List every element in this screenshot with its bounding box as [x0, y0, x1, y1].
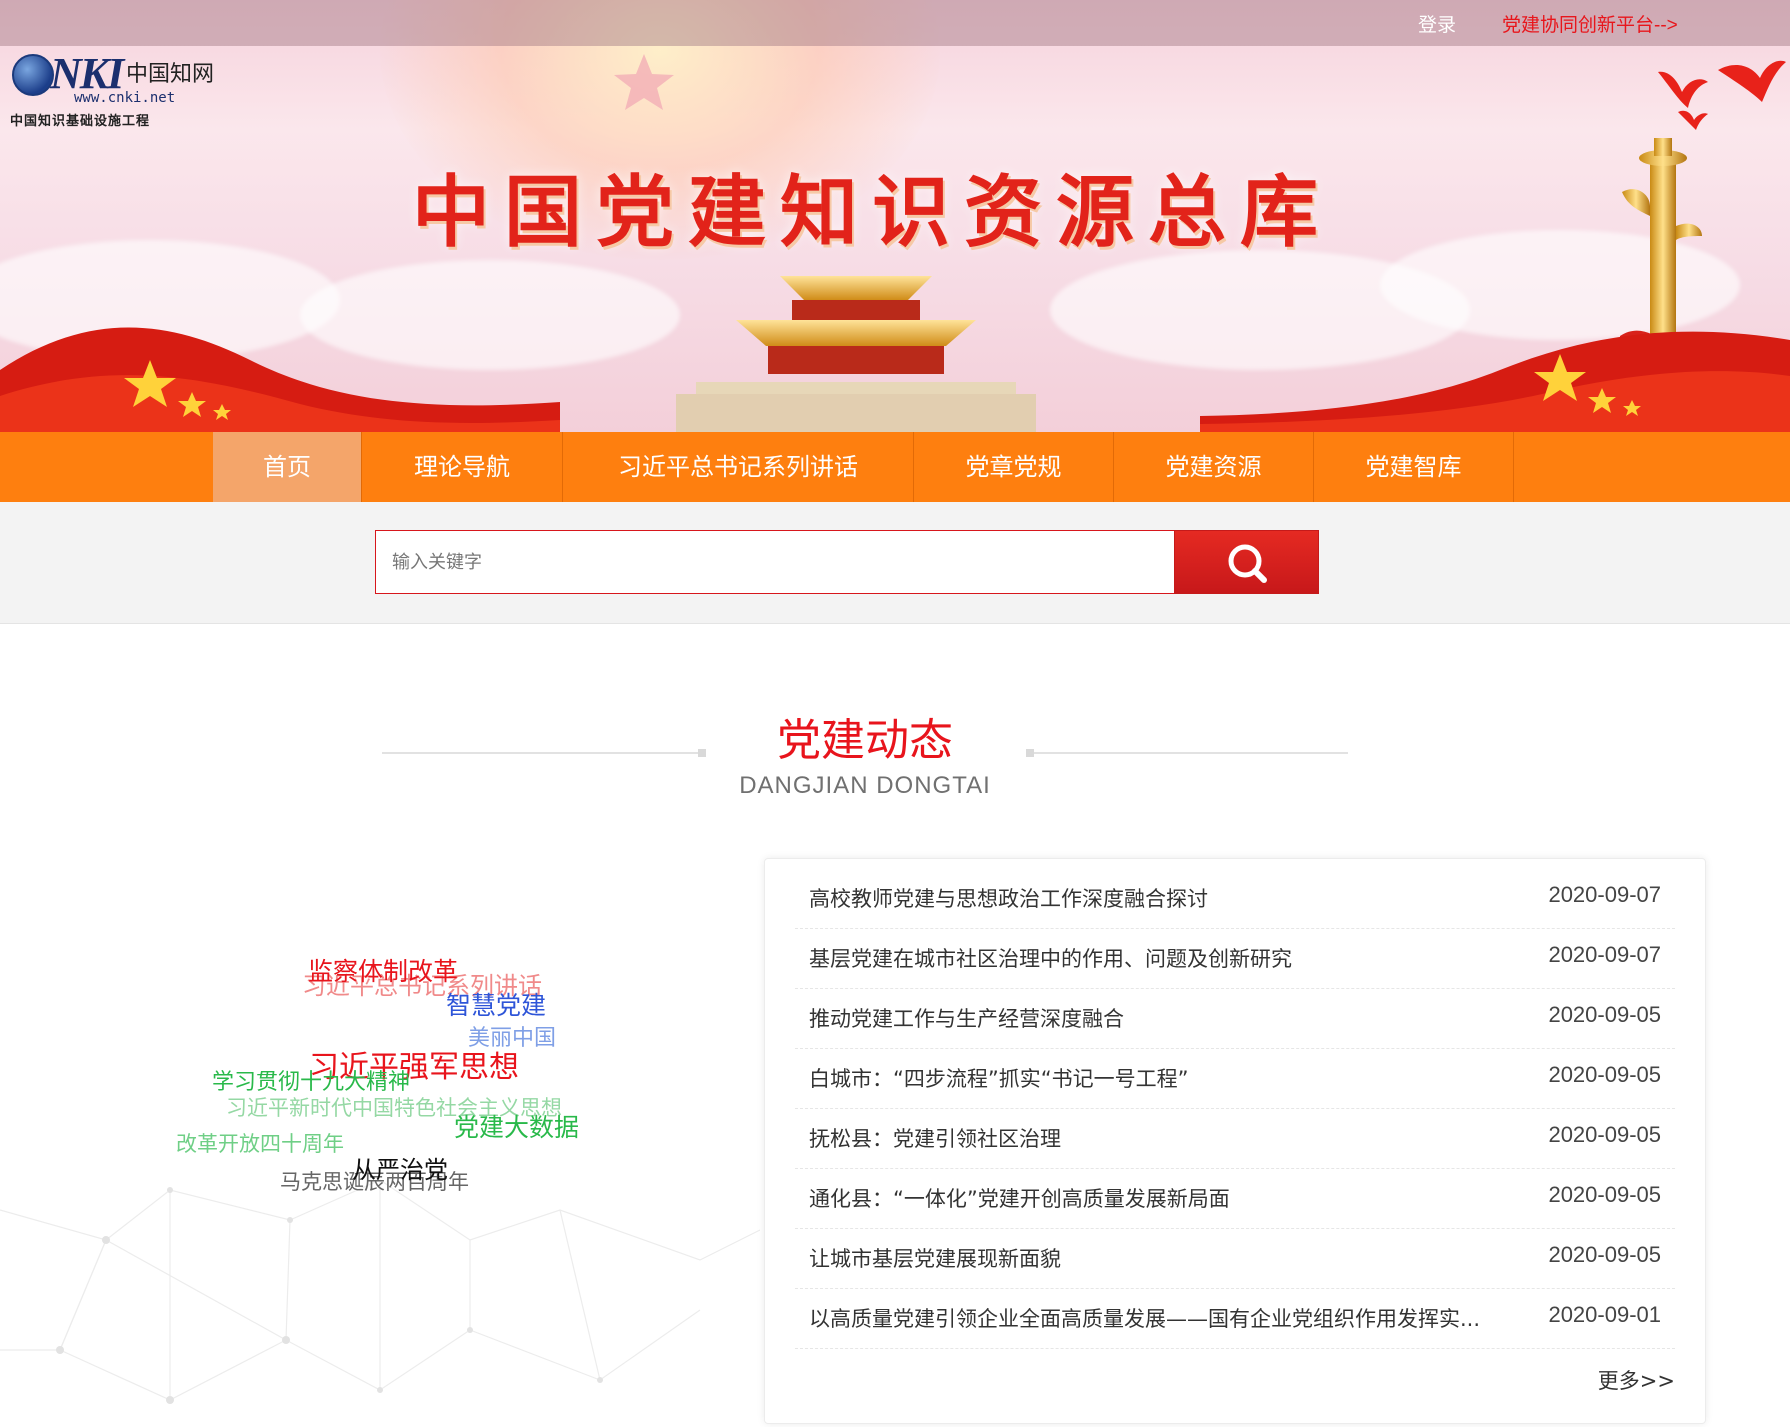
news-date: 2020-09-01	[1548, 1302, 1661, 1327]
news-date: 2020-09-05	[1548, 1062, 1661, 1087]
search-button[interactable]	[1174, 530, 1319, 594]
news-date: 2020-09-05	[1548, 1002, 1661, 1027]
news-item[interactable]: 让城市基层党建展现新面貌 2020-09-05	[795, 1229, 1675, 1289]
nav-theory-guide[interactable]: 理论导航	[362, 432, 562, 502]
news-item[interactable]: 以高质量党建引领企业全面高质量发展——国有企业党组织作用发挥实... 2020-…	[795, 1289, 1675, 1349]
red-ribbon-left	[0, 327, 560, 432]
globe-icon	[12, 54, 54, 96]
news-title[interactable]: 基层党建在城市社区治理中的作用、问题及创新研究	[809, 943, 1529, 973]
search-input[interactable]	[375, 530, 1175, 594]
news-date: 2020-09-07	[1548, 942, 1661, 967]
news-item[interactable]: 白城市：“四步流程”抓实“书记一号工程” 2020-09-05	[795, 1049, 1675, 1109]
news-item[interactable]: 通化县：“一体化”党建开创高质量发展新局面 2020-09-05	[795, 1169, 1675, 1229]
doves-icon	[1658, 60, 1786, 130]
keyword-tag[interactable]: 改革开放四十周年	[176, 1128, 344, 1158]
logo-cn-name: 中国知网	[126, 62, 215, 87]
news-item[interactable]: 抚松县：党建引领社区治理 2020-09-05	[795, 1109, 1675, 1169]
nav-party-rules[interactable]: 党章党规	[914, 432, 1113, 502]
nav-divider	[1513, 432, 1514, 502]
news-title[interactable]: 通化县：“一体化”党建开创高质量发展新局面	[809, 1183, 1529, 1213]
top-utility-bar: 登录 党建协同创新平台-->	[0, 0, 1790, 46]
red-ribbon-right	[1200, 331, 1790, 432]
news-title[interactable]: 让城市基层党建展现新面貌	[809, 1243, 1529, 1273]
keyword-tag[interactable]: 智慧党建	[446, 986, 546, 1022]
keyword-tag[interactable]: 学习贯彻十九大精神	[212, 1064, 410, 1096]
star-icon	[614, 54, 674, 110]
news-panel: 高校教师党建与思想政治工作深度融合探讨 2020-09-07 基层党建在城市社区…	[764, 858, 1706, 1424]
keyword-tag[interactable]: 从严治党	[352, 1150, 448, 1185]
news-date: 2020-09-05	[1548, 1182, 1661, 1207]
news-date: 2020-09-07	[1548, 882, 1661, 907]
news-title[interactable]: 以高质量党建引领企业全面高质量发展——国有企业党组织作用发挥实...	[809, 1303, 1529, 1333]
news-item[interactable]: 推动党建工作与生产经营深度融合 2020-09-05	[795, 989, 1675, 1049]
platform-link[interactable]: 党建协同创新平台-->	[1502, 10, 1678, 37]
news-date: 2020-09-05	[1548, 1122, 1661, 1147]
news-title[interactable]: 高校教师党建与思想政治工作深度融合探讨	[809, 883, 1529, 913]
keyword-tag[interactable]: 党建大数据	[454, 1108, 579, 1144]
section-subtitle: DANGJIAN DONGTAI	[739, 772, 991, 799]
nav-resources[interactable]: 党建资源	[1114, 432, 1313, 502]
palace-icon	[676, 276, 1036, 432]
keyword-tag[interactable]: 监察体制改革	[308, 952, 458, 988]
nav-think-tank[interactable]: 党建智库	[1314, 432, 1513, 502]
logo-subtitle: 中国知识基础设施工程	[10, 114, 151, 129]
news-title[interactable]: 推动党建工作与生产经营深度融合	[809, 1003, 1529, 1033]
news-title[interactable]: 白城市：“四步流程”抓实“书记一号工程”	[809, 1063, 1529, 1093]
news-item[interactable]: 高校教师党建与思想政治工作深度融合探讨 2020-09-07	[795, 869, 1675, 929]
header-banner: 登录 党建协同创新平台--> NKI 中国知网 www.cnki.net 中国知…	[0, 0, 1790, 432]
search-icon	[1228, 544, 1267, 583]
main-nav: 首页 理论导航 习近平总书记系列讲话 党章党规 党建资源 党建智库	[0, 432, 1790, 502]
news-title[interactable]: 抚松县：党建引领社区治理	[809, 1123, 1529, 1153]
keyword-cloud: 习近平总书记系列讲话 监察体制改革 智慧党建 美丽中国 习近平新时代中国特色社会…	[0, 860, 760, 1427]
news-item[interactable]: 基层党建在城市社区治理中的作用、问题及创新研究 2020-09-07	[795, 929, 1675, 989]
search-band	[0, 502, 1790, 624]
news-date: 2020-09-05	[1548, 1242, 1661, 1267]
login-link[interactable]: 登录	[1418, 10, 1456, 37]
section-title: 党建动态	[777, 715, 953, 766]
more-link[interactable]: 更多>>	[1598, 1365, 1675, 1395]
banner-title: 中国党建知识资源总库	[412, 168, 1333, 258]
cnki-logo[interactable]: NKI 中国知网 www.cnki.net 中国知识基础设施工程	[10, 49, 230, 130]
nav-speeches[interactable]: 习近平总书记系列讲话	[563, 432, 913, 502]
logo-url: www.cnki.net	[74, 90, 176, 106]
nav-home[interactable]: 首页	[213, 432, 361, 502]
